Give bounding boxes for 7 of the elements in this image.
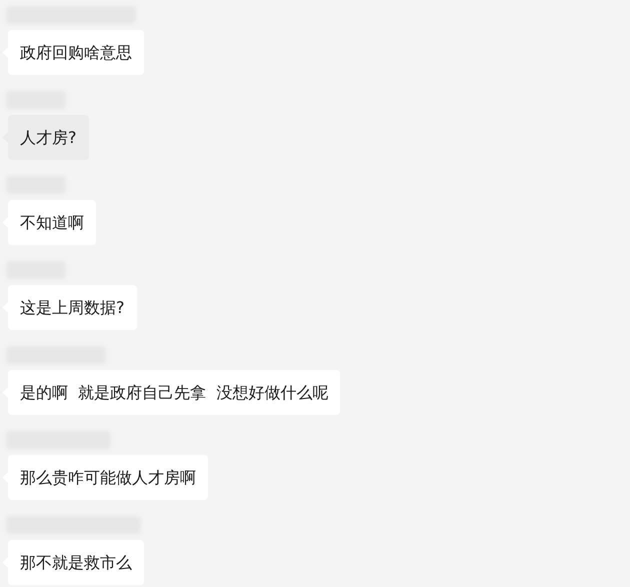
message-bubble[interactable]: 政府回购啥意思 bbox=[8, 30, 144, 75]
message-bubble[interactable]: 这是上周数据? bbox=[8, 285, 136, 330]
message-bubble[interactable]: 不知道啊 bbox=[8, 200, 96, 245]
message-bubble[interactable]: 那么贵咋可能做人才房啊 bbox=[8, 455, 208, 500]
message-bubble[interactable]: 人才房? bbox=[8, 115, 88, 160]
message-bubble[interactable]: 是的啊 就是政府自己先拿 没想好做什么呢 bbox=[8, 370, 340, 415]
message-bubble[interactable]: 那不就是救市么 bbox=[8, 540, 144, 585]
